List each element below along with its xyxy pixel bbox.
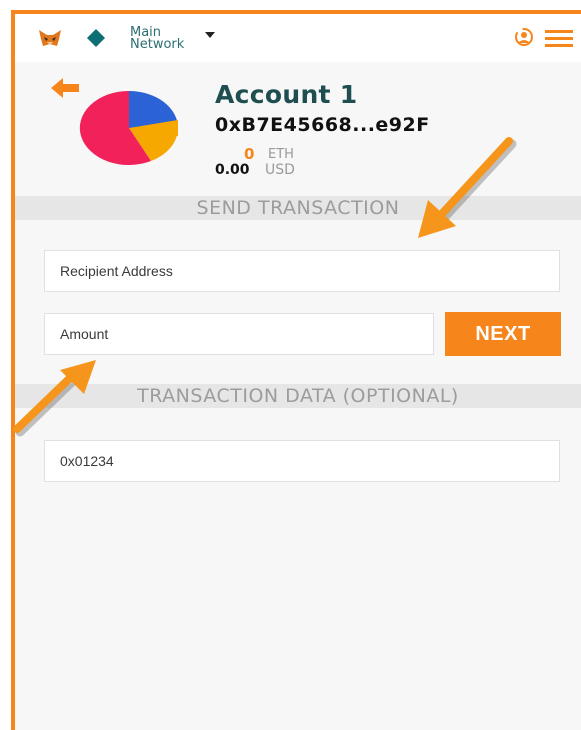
- annotation-arrow-recipient: [418, 137, 517, 238]
- account-name: Account 1: [215, 80, 358, 109]
- next-button[interactable]: NEXT: [445, 312, 561, 356]
- metamask-fox-icon[interactable]: [37, 28, 63, 48]
- usd-balance-unit: USD: [265, 162, 295, 178]
- eth-balance-value: 0: [244, 145, 255, 163]
- screenshot-frame: Main Network Account 1 0xB7E45668...e92F…: [0, 0, 581, 730]
- transaction-data-input[interactable]: 0x01234: [44, 440, 560, 482]
- usd-balance-value: 0.00: [215, 162, 250, 178]
- hamburger-menu-icon[interactable]: [545, 28, 573, 48]
- account-address[interactable]: 0xB7E45668...e92F: [215, 114, 430, 136]
- eth-balance-unit: ETH: [268, 147, 294, 162]
- annotation-arrow-amount: [13, 360, 96, 437]
- recipient-address-input[interactable]: Recipient Address: [44, 250, 560, 292]
- top-bar: Main Network: [15, 14, 581, 62]
- chevron-down-icon[interactable]: [205, 31, 215, 39]
- network-diamond-icon[interactable]: [87, 29, 105, 47]
- account-switch-icon[interactable]: [509, 26, 539, 48]
- account-identicon: [79, 90, 178, 165]
- back-arrow-icon[interactable]: [51, 76, 81, 100]
- amount-input[interactable]: Amount: [44, 313, 434, 355]
- network-name-line2[interactable]: Network: [130, 38, 184, 51]
